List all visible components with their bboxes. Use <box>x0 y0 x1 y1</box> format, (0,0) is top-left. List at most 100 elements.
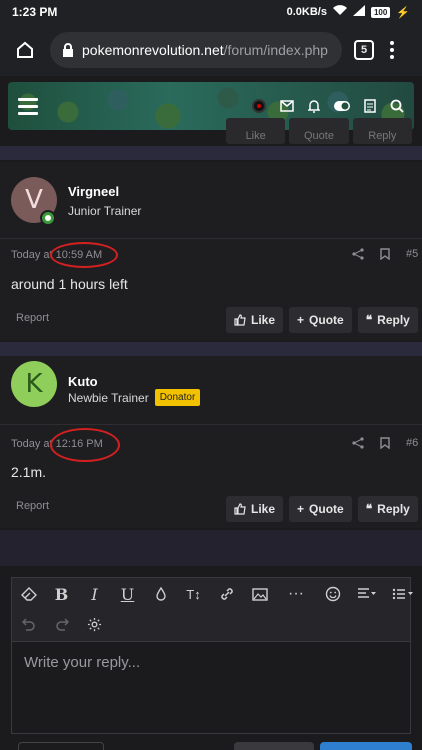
align-icon[interactable] <box>349 579 385 609</box>
online-status-icon <box>40 210 56 226</box>
browser-toolbar: pokemonrevolution.net/forum/index.php 5 <box>0 24 422 76</box>
like-label: Like <box>251 313 276 327</box>
username[interactable]: Kuto <box>68 374 98 389</box>
address-bar[interactable]: pokemonrevolution.net/forum/index.php <box>50 32 342 68</box>
reply-editor: B I U T↕ ··· Write your reply... <box>11 577 413 734</box>
toolbar-row-2 <box>12 609 111 639</box>
clear-format-icon[interactable] <box>12 579 45 609</box>
quote-label: Quote <box>309 502 344 516</box>
reply-input[interactable]: Write your reply... <box>24 654 140 671</box>
preview-button[interactable] <box>234 742 314 750</box>
undo-icon[interactable] <box>12 609 45 639</box>
user-title-text: Newbie Trainer <box>68 390 149 405</box>
reply-quote-icon: ❝ <box>365 502 373 516</box>
network-speed: 0.0KB/s <box>286 6 327 18</box>
toolbar-row-1: B I U T↕ ··· <box>12 579 421 609</box>
signal-icon <box>352 5 365 19</box>
reply-label: Reply <box>377 313 410 327</box>
image-icon[interactable] <box>243 579 276 609</box>
hamburger-menu-icon[interactable] <box>18 97 38 115</box>
lock-icon <box>62 43 74 57</box>
text-size-icon[interactable]: T↕ <box>177 579 210 609</box>
report-link[interactable]: Report <box>16 312 49 324</box>
donator-badge: Donator <box>154 389 201 406</box>
share-icon[interactable] <box>352 437 364 449</box>
reply-area-divider <box>0 530 422 566</box>
thumbs-up-icon <box>234 503 246 515</box>
post-divider <box>0 342 422 356</box>
previous-post-actions: Like Quote Reply <box>226 118 412 144</box>
search-icon[interactable] <box>390 99 404 113</box>
avatar[interactable]: K <box>11 361 57 407</box>
user-title: Junior Trainer <box>68 204 141 218</box>
thumbs-up-icon <box>234 314 246 326</box>
previous-like-button[interactable]: Like <box>226 118 286 144</box>
previous-quote-button[interactable]: Quote <box>289 118 349 144</box>
theme-toggle-icon[interactable] <box>334 101 350 111</box>
report-link[interactable]: Report <box>16 500 49 512</box>
post-6: K Kuto Newbie Trainer Donator Today at 1… <box>0 356 422 528</box>
post-5: V Virgneel Junior Trainer Today at 10:59… <box>0 162 422 340</box>
post-number[interactable]: #5 <box>406 248 418 260</box>
emoji-icon[interactable] <box>316 579 349 609</box>
reply-label: Reply <box>377 502 410 516</box>
like-label: Like <box>251 502 276 516</box>
settings-gear-icon[interactable] <box>78 609 111 639</box>
annotation-circle <box>50 428 120 462</box>
post-reply-button[interactable] <box>320 742 412 750</box>
timestamp-prefix: Today at <box>11 249 53 261</box>
link-icon[interactable] <box>210 579 243 609</box>
redo-icon[interactable] <box>45 609 78 639</box>
post-divider <box>0 146 422 160</box>
bookmark-icon[interactable] <box>380 437 390 449</box>
post-message: around 1 hours left <box>11 276 128 292</box>
underline-icon[interactable]: U <box>111 579 144 609</box>
more-options-icon[interactable]: ··· <box>276 579 316 609</box>
editor-bottom-buttons <box>0 742 422 750</box>
reply-button[interactable]: ❝ Reply <box>357 307 418 333</box>
bold-icon[interactable]: B <box>45 579 78 609</box>
plus-icon: + <box>297 313 305 327</box>
wifi-icon <box>332 5 347 19</box>
list-icon[interactable] <box>385 579 421 609</box>
separator <box>0 424 422 425</box>
tab-switcher-button[interactable]: 5 <box>354 40 374 60</box>
username[interactable]: Virgneel <box>68 184 119 199</box>
battery-icon: 100 <box>370 6 391 18</box>
plus-icon: + <box>297 502 305 516</box>
share-icon[interactable] <box>352 248 364 260</box>
attach-button[interactable] <box>18 742 104 750</box>
color-drop-icon[interactable] <box>144 579 177 609</box>
home-button[interactable] <box>10 35 40 65</box>
bell-icon[interactable] <box>308 99 320 113</box>
charging-icon: ⚡ <box>396 6 410 19</box>
quote-button[interactable]: + Quote <box>289 307 352 333</box>
document-icon[interactable] <box>364 99 376 113</box>
italic-icon[interactable]: I <box>78 579 111 609</box>
post-number[interactable]: #6 <box>406 437 418 449</box>
timestamp-prefix: Today at <box>11 438 53 450</box>
quote-button[interactable]: + Quote <box>289 496 352 522</box>
previous-reply-button[interactable]: Reply <box>352 118 412 144</box>
status-icons: 0.0KB/s 100 ⚡ <box>287 5 410 19</box>
like-button[interactable]: Like <box>226 307 284 333</box>
pokeball-icon[interactable] <box>252 99 266 113</box>
bookmark-icon[interactable] <box>380 248 390 260</box>
reply-button[interactable]: ❝ Reply <box>357 496 418 522</box>
post-buttons: Like + Quote ❝ Reply <box>226 307 418 333</box>
url-host: pokemonrevolution.net <box>82 42 224 58</box>
user-title: Newbie Trainer Donator <box>68 389 201 406</box>
mail-icon[interactable] <box>280 100 294 112</box>
separator <box>0 238 422 239</box>
post-actions: #6 <box>352 437 418 449</box>
home-icon <box>17 41 33 58</box>
quote-label: Quote <box>309 313 344 327</box>
post-buttons: Like + Quote ❝ Reply <box>226 496 418 522</box>
editor-toolbar: B I U T↕ ··· <box>12 578 413 642</box>
browser-menu-button[interactable] <box>390 41 394 59</box>
post-message: 2.1m. <box>11 464 47 480</box>
user-title-text: Junior Trainer <box>68 204 142 218</box>
status-bar: 1:23 PM 0.0KB/s 100 ⚡ <box>0 0 422 24</box>
like-button[interactable]: Like <box>226 496 284 522</box>
url-path: /forum/index.php <box>223 42 328 58</box>
